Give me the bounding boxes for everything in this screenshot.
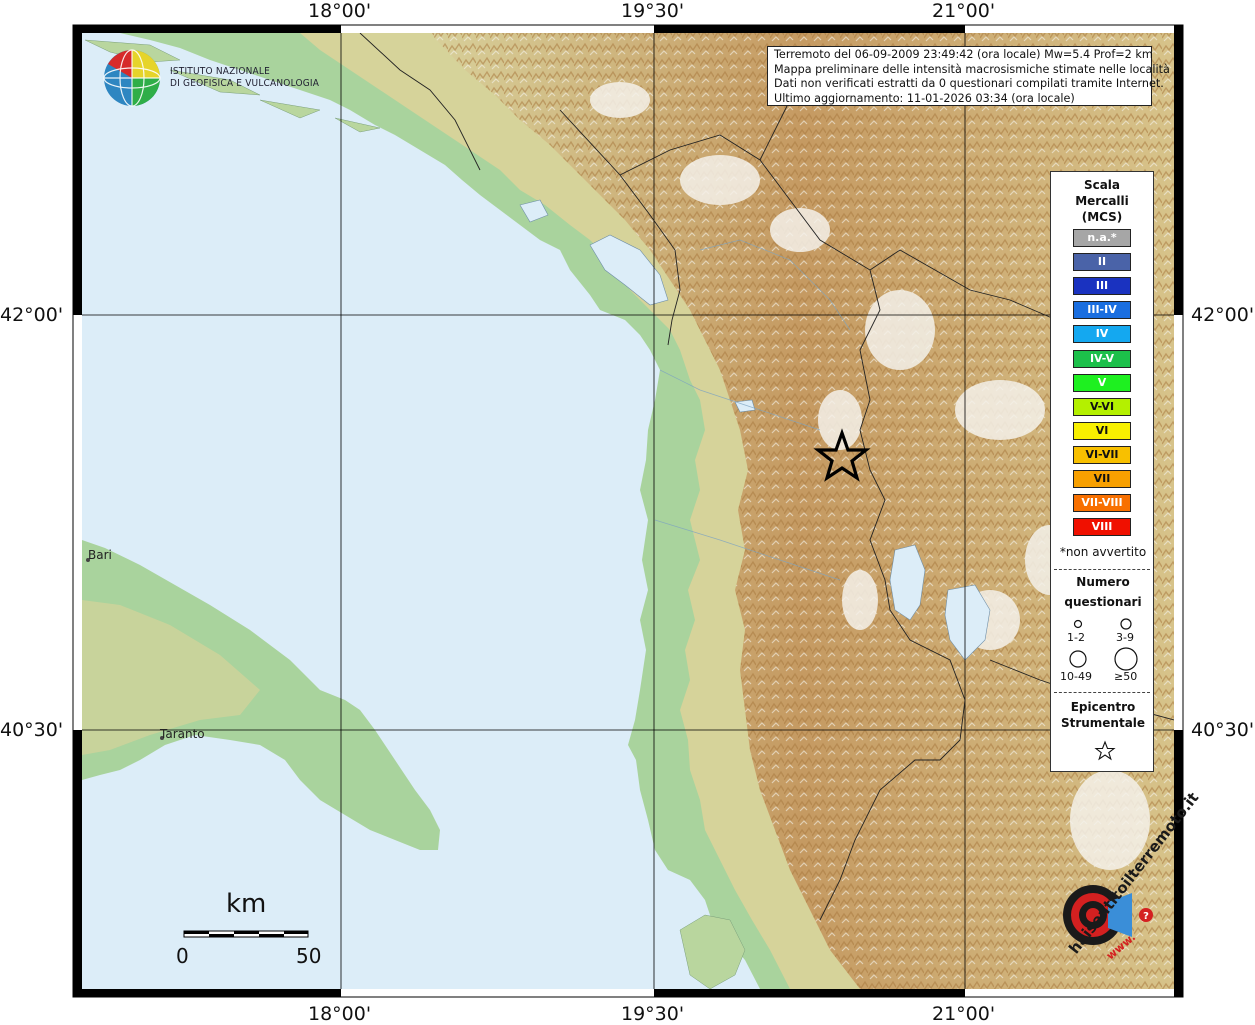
legend-swatch: VII-VIII	[1073, 494, 1131, 513]
legend-title-line: (MCS)	[1081, 210, 1123, 224]
lon-top-label: 18°00'	[308, 0, 372, 22]
legend-separator	[1054, 692, 1150, 693]
circle-size-50	[1114, 647, 1138, 671]
city-label-bari: Bari	[88, 548, 112, 562]
epicenter-title: Epicentro	[1070, 700, 1136, 714]
event-info-line: Ultimo aggiornamento: 11-01-2026 03:34 (…	[774, 91, 1075, 105]
q-label: 10-49	[1060, 670, 1092, 683]
mercalli-legend: Scala Mercalli (MCS) n.a.* II III III-IV IV I…	[1050, 171, 1154, 772]
ingv-globe-icon	[103, 49, 161, 107]
legend-swatch: V-VI	[1073, 397, 1131, 416]
institute-name: ISTITUTO NAZIONALE DI GEOFISICA E VULCAN…	[170, 66, 319, 90]
legend-swatch: VIII	[1073, 518, 1131, 537]
q-label: ≥50	[1114, 670, 1138, 683]
legend-title-line: Mercalli	[1075, 194, 1129, 208]
legend-separator	[1054, 569, 1150, 570]
event-info-line: Terremoto del 06-09-2009 23:49:42 (ora l…	[774, 48, 1153, 61]
legend-swatch: IV	[1073, 325, 1131, 344]
legend-swatch: II	[1073, 253, 1131, 272]
questionnaires-title: Numero	[1076, 575, 1130, 589]
scale-bar	[183, 930, 309, 938]
q-label: 1-2	[1067, 631, 1085, 644]
legend-swatch: VI	[1073, 421, 1131, 440]
not-felt-note: *non avvertito	[1059, 545, 1147, 559]
lon-bottom-label: 19°30'	[621, 1003, 685, 1025]
event-info-line: Mappa preliminare delle intensità macros…	[774, 62, 1170, 76]
event-info-box: Terremoto del 06-09-2009 23:49:42 (ora l…	[767, 46, 1170, 106]
haisentito-brand: haisentitoilterremoto.it www.	[1036, 789, 1202, 970]
lat-left-label: 40°30'	[0, 719, 64, 741]
legend-swatch: III-IV	[1073, 301, 1131, 320]
lat-right-label: 42°00'	[1191, 304, 1255, 326]
circle-size-1-2	[1073, 619, 1083, 629]
legend-title-line: Scala	[1083, 178, 1121, 192]
macroseismic-map: ? 18°00' 19°30' 21°00' 18°00' 19°30' 21°…	[0, 0, 1255, 1025]
scale-max: 50	[296, 944, 322, 968]
event-info-line: Dati non verificati estratti da 0 questi…	[774, 77, 1164, 91]
circle-size-3-9	[1120, 618, 1132, 630]
legend-swatch: III	[1073, 277, 1131, 296]
lat-left-label: 42°00'	[0, 304, 64, 326]
lon-top-label: 21°00'	[932, 0, 996, 22]
legend-swatch: n.a.*	[1073, 229, 1131, 247]
legend-swatch: VII	[1073, 470, 1131, 488]
legend-swatch: VI-VII	[1073, 445, 1131, 464]
lat-right-label: 40°30'	[1191, 719, 1255, 741]
haisentito-prefix: www.	[1103, 930, 1139, 963]
institute-line1: ISTITUTO NAZIONALE	[170, 66, 270, 77]
legend-swatch: IV-V	[1073, 349, 1131, 368]
scale-unit: km	[226, 889, 267, 919]
institute-line2: DI GEOFISICA E VULCANOLOGIA	[170, 78, 320, 89]
city-label-taranto: Taranto	[160, 727, 205, 741]
epicenter-title: Strumentale	[1060, 716, 1146, 730]
legend-title: Scala Mercalli (MCS)	[1051, 177, 1153, 225]
q-label: 3-9	[1116, 631, 1134, 644]
circle-size-10-49	[1069, 650, 1087, 668]
lon-bottom-label: 21°00'	[932, 1003, 996, 1025]
epicenter-legend-star-icon	[1094, 740, 1116, 761]
lon-top-label: 19°30'	[621, 0, 685, 22]
questionnaires-title: questionari	[1064, 595, 1142, 609]
lon-bottom-label: 18°00'	[308, 1003, 372, 1025]
scale-min: 0	[176, 944, 189, 968]
legend-swatch: V	[1073, 373, 1131, 392]
